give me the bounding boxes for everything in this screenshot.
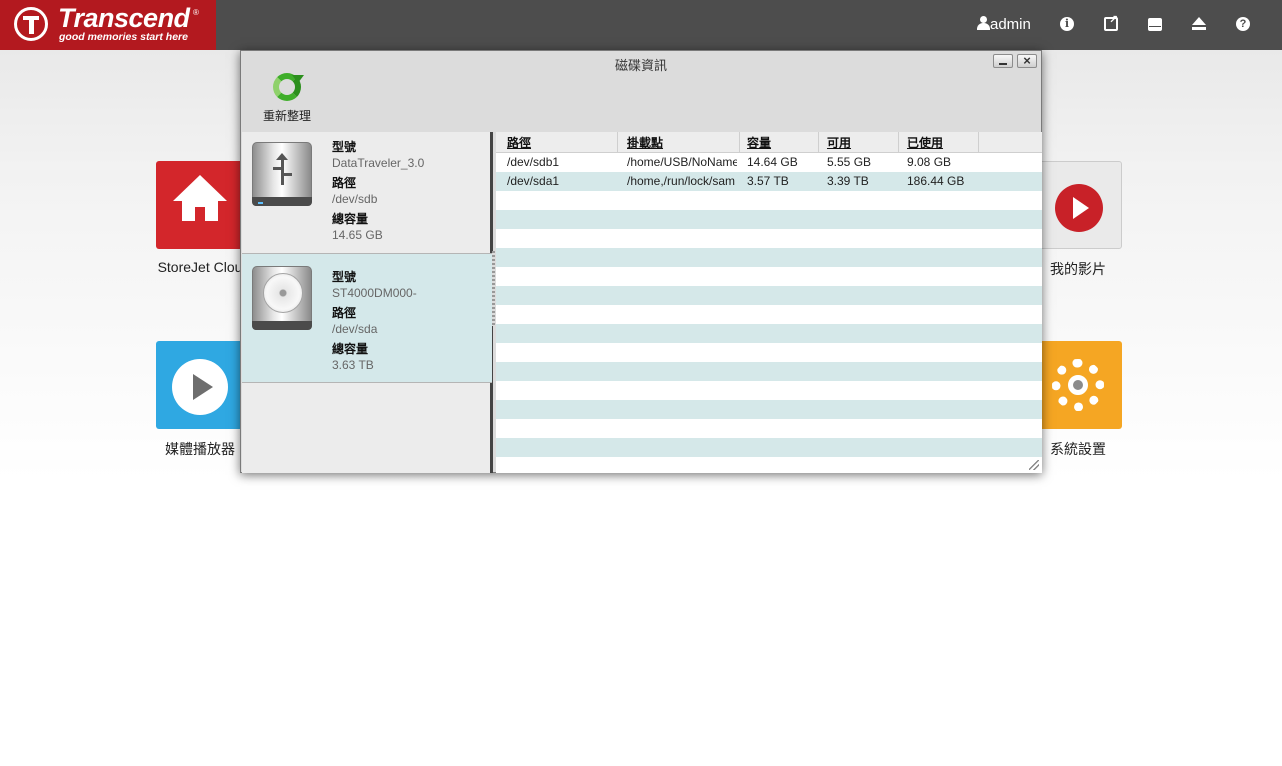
logo-mark-icon bbox=[14, 7, 48, 41]
table-cell: /home/USB/NoName bbox=[627, 155, 737, 169]
disk-path: /dev/sda bbox=[332, 322, 378, 336]
table-row[interactable] bbox=[496, 457, 1042, 473]
pane-splitter[interactable] bbox=[492, 251, 495, 326]
table-cell: /dev/sda1 bbox=[507, 174, 560, 188]
username: admin bbox=[990, 16, 1031, 33]
app-tile[interactable] bbox=[1034, 161, 1122, 249]
refresh-icon bbox=[273, 73, 304, 101]
usb-drive-icon bbox=[252, 142, 312, 206]
disk-list: 型號 DataTraveler_3.0 路徑 /dev/sdb 總容量 14.6… bbox=[242, 132, 493, 473]
minimize-button[interactable] bbox=[993, 54, 1013, 68]
app-tile[interactable] bbox=[156, 341, 244, 429]
table-header: 路徑 掛載點 容量 可用 已使用 bbox=[496, 132, 1042, 153]
disk-capacity: 14.65 GB bbox=[332, 228, 383, 242]
disk-path-label: 路徑 bbox=[332, 176, 357, 190]
app-tile[interactable] bbox=[156, 161, 244, 249]
partition-table: 路徑 掛載點 容量 可用 已使用 /dev/sdb1/home/USB/NoNa… bbox=[496, 132, 1042, 473]
dialog-title[interactable]: 磁碟資訊 bbox=[241, 55, 1041, 74]
logo-name: Transcend bbox=[58, 3, 190, 33]
table-cell: 3.57 TB bbox=[747, 174, 789, 188]
table-row[interactable] bbox=[496, 381, 1042, 400]
col-header-path[interactable]: 路徑 bbox=[507, 134, 531, 151]
info-icon[interactable]: i bbox=[1060, 17, 1074, 31]
table-row[interactable] bbox=[496, 324, 1042, 343]
table-row[interactable] bbox=[496, 267, 1042, 286]
eject-icon[interactable] bbox=[1192, 17, 1206, 31]
col-header-used[interactable]: 已使用 bbox=[907, 134, 943, 151]
table-cell: 3.39 TB bbox=[827, 174, 869, 188]
disk-path-label: 路徑 bbox=[332, 306, 357, 320]
play-icon bbox=[172, 359, 228, 415]
disk-path: /dev/sdb bbox=[332, 192, 378, 206]
table-row[interactable] bbox=[496, 419, 1042, 438]
user-menu[interactable]: admin bbox=[977, 16, 1031, 33]
table-row[interactable] bbox=[496, 343, 1042, 362]
app-tile[interactable] bbox=[1034, 341, 1122, 429]
table-row[interactable] bbox=[496, 362, 1042, 381]
table-row[interactable]: /dev/sdb1/home/USB/NoName 14.64 GB 5.55 GB… bbox=[496, 153, 1042, 172]
hard-disk-icon bbox=[252, 266, 312, 330]
table-row[interactable] bbox=[496, 191, 1042, 210]
table-row[interactable] bbox=[496, 305, 1042, 324]
refresh-label: 重新整理 bbox=[262, 109, 311, 123]
disk-model-label: 型號 bbox=[332, 140, 357, 154]
disk-capacity: 3.63 TB bbox=[332, 358, 374, 372]
disk-item-usb[interactable]: 型號 DataTraveler_3.0 路徑 /dev/sdb 總容量 14.6… bbox=[242, 132, 492, 254]
table-cell: 186.44 GB bbox=[907, 174, 965, 188]
gear-icon bbox=[1052, 359, 1104, 411]
refresh-button[interactable]: 重新整理 bbox=[259, 73, 315, 124]
table-row[interactable] bbox=[496, 400, 1042, 419]
resize-handle[interactable] bbox=[1029, 460, 1039, 470]
table-row[interactable] bbox=[496, 229, 1042, 248]
table-cell: 5.55 GB bbox=[827, 155, 872, 169]
user-icon bbox=[977, 16, 990, 30]
table-row[interactable] bbox=[496, 286, 1042, 305]
table-cell: /home,/run/lock/sam bbox=[627, 174, 736, 188]
logo-registered-mark: ® bbox=[193, 8, 199, 17]
help-icon[interactable]: ? bbox=[1236, 17, 1250, 31]
logo-tagline: good memories start here bbox=[59, 31, 188, 43]
video-icon bbox=[1055, 184, 1103, 232]
table-row[interactable] bbox=[496, 248, 1042, 267]
disk-capacity-label: 總容量 bbox=[332, 342, 369, 356]
disk-info-dialog: 磁碟資訊 × 重新整理 型號 DataTraveler_3.0 路徑 /dev/… bbox=[240, 50, 1042, 473]
close-button[interactable]: × bbox=[1017, 54, 1037, 68]
col-header-mount[interactable]: 掛載點 bbox=[627, 134, 663, 151]
table-row[interactable]: /dev/sda1/home,/run/lock/sam 3.57 TB 3.39 … bbox=[496, 172, 1042, 191]
table-cell: 9.08 GB bbox=[907, 155, 952, 169]
top-bar: Transcend ® good memories start here adm… bbox=[0, 0, 1282, 50]
col-header-capacity[interactable]: 容量 bbox=[747, 134, 771, 151]
disk-model-label: 型號 bbox=[332, 270, 357, 284]
disk-capacity-label: 總容量 bbox=[332, 212, 369, 226]
external-link-icon[interactable] bbox=[1104, 13, 1118, 31]
col-header-available[interactable]: 可用 bbox=[827, 134, 851, 151]
disk-model: DataTraveler_3.0 bbox=[332, 156, 425, 170]
transcend-logo[interactable]: Transcend ® good memories start here bbox=[0, 0, 216, 50]
table-row[interactable] bbox=[496, 438, 1042, 457]
disk-model: ST4000DM000- bbox=[332, 286, 417, 300]
drive-icon[interactable] bbox=[1148, 18, 1162, 31]
table-cell: 14.64 GB bbox=[747, 155, 798, 169]
table-cell: /dev/sdb1 bbox=[507, 155, 560, 169]
table-row[interactable] bbox=[496, 210, 1042, 229]
disk-item-hdd[interactable]: 型號 ST4000DM000- 路徑 /dev/sda 總容量 3.63 TB bbox=[242, 254, 492, 383]
